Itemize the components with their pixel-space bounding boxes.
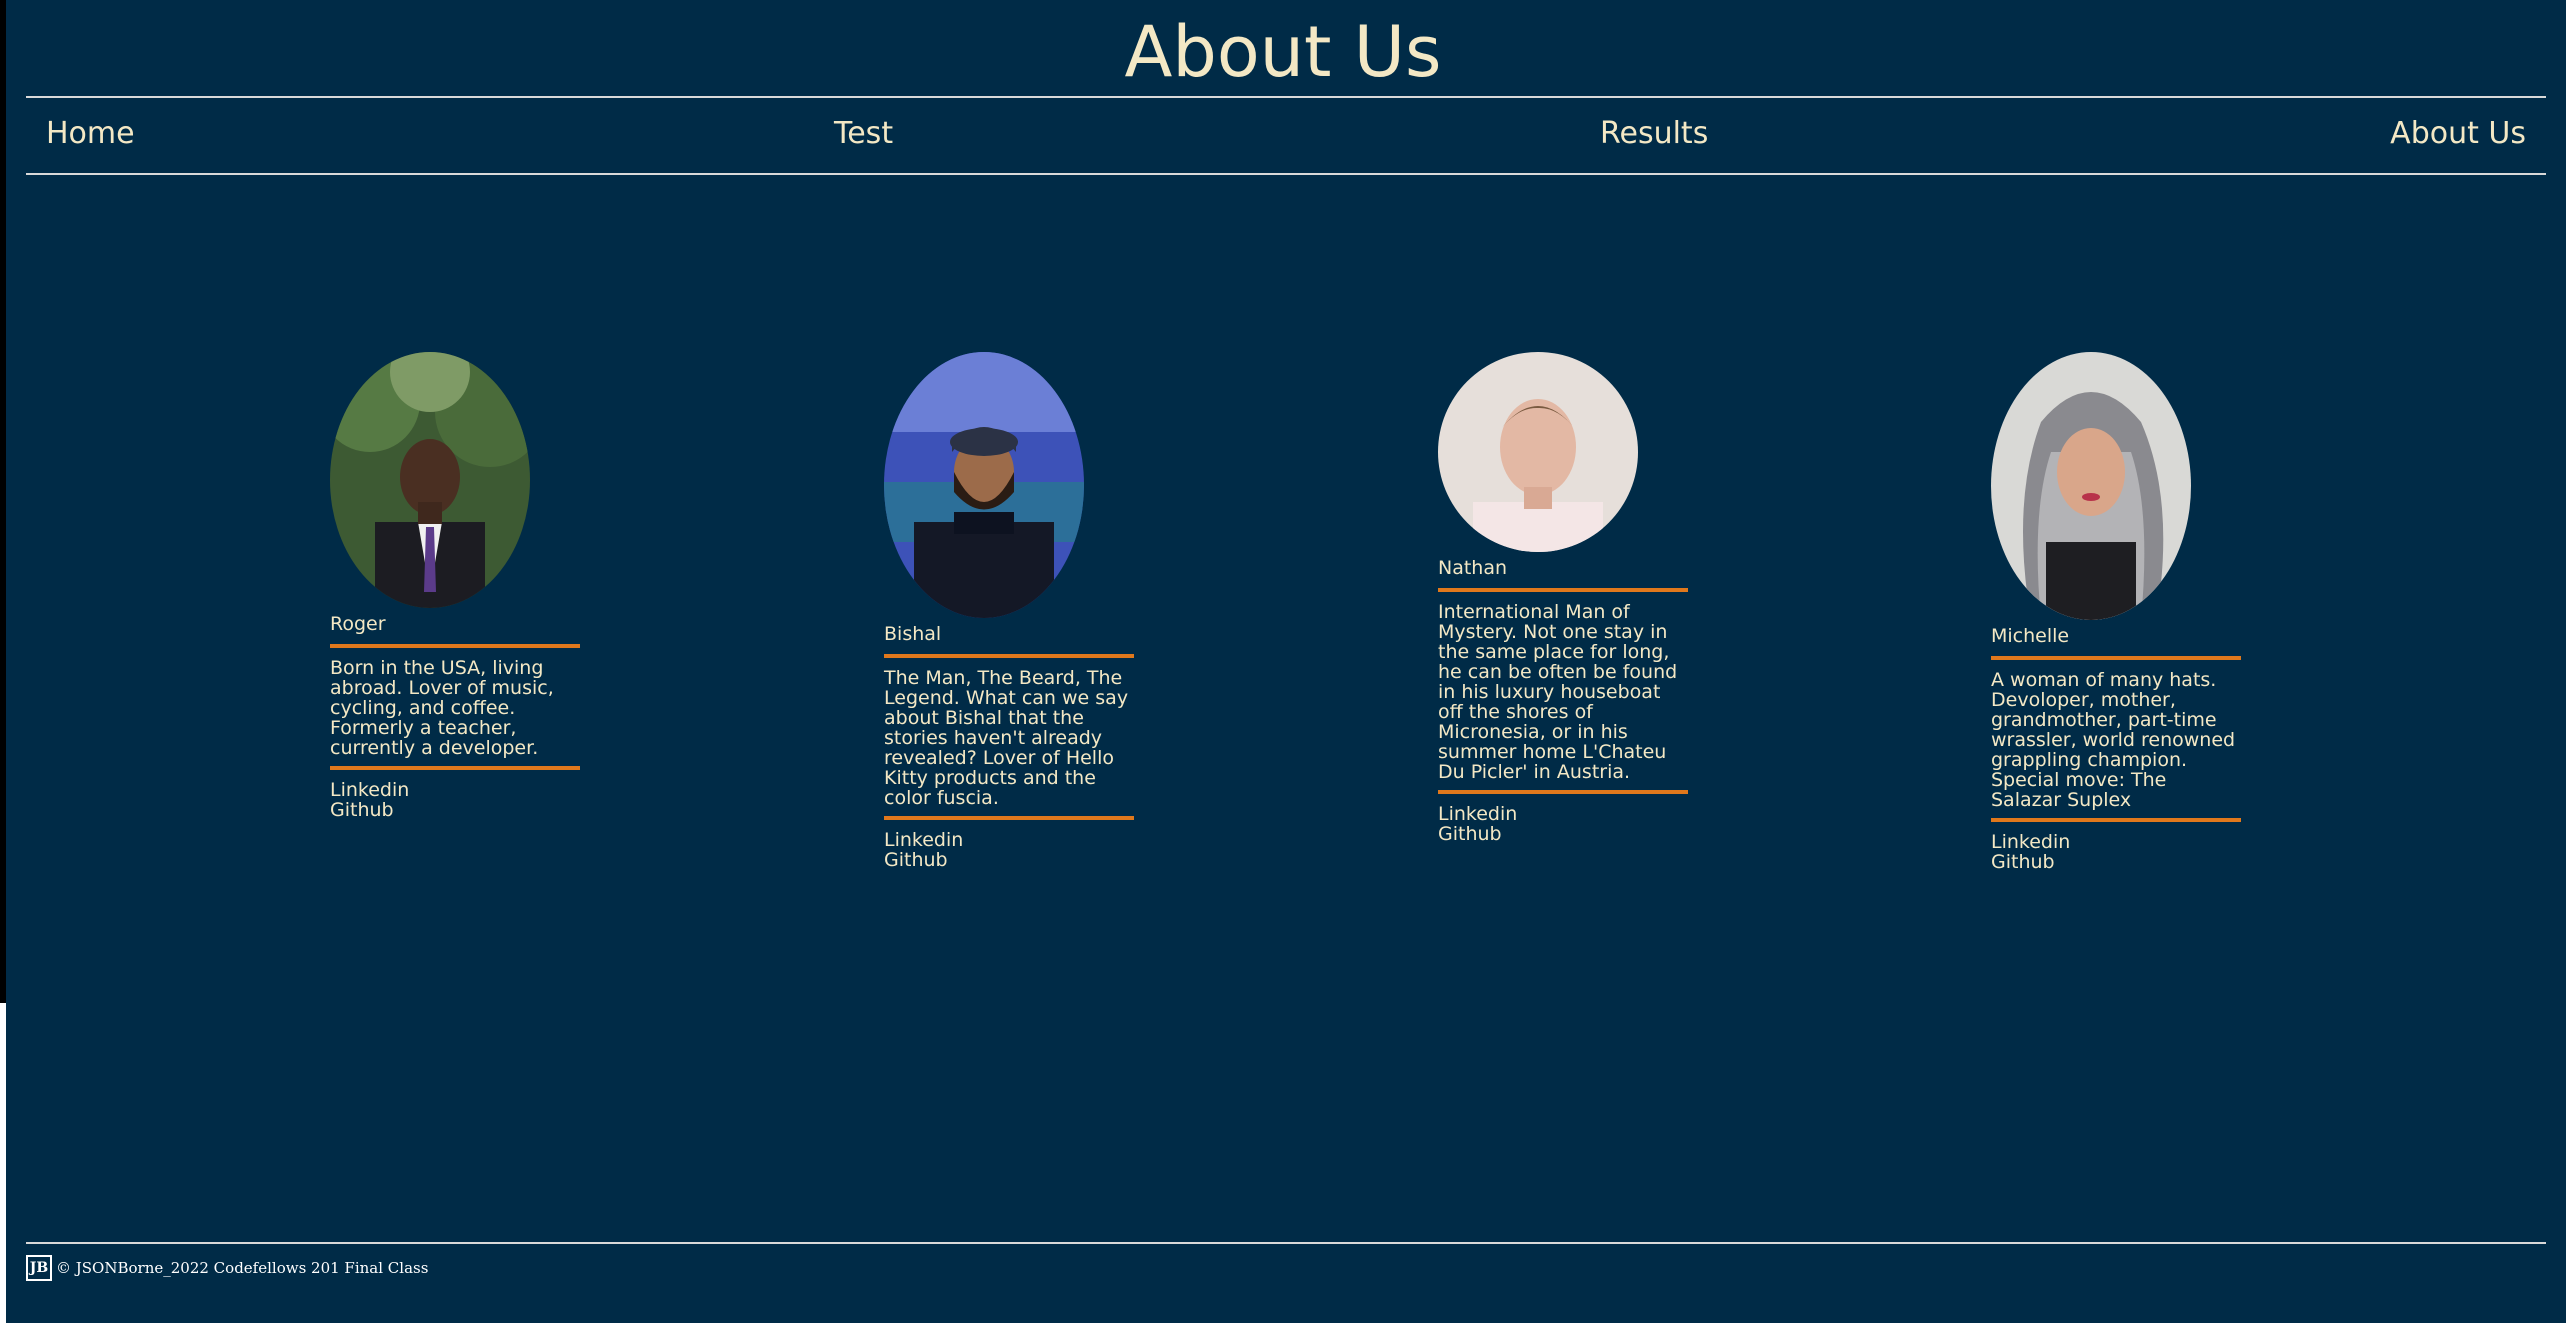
footer: JB © JSONBorne_2022 Codefellows 201 Fina… bbox=[26, 1253, 428, 1283]
github-link[interactable]: Github bbox=[884, 850, 1144, 870]
divider bbox=[1991, 656, 2241, 660]
team-card-nathan: Nathan International Man of Mystery. Not… bbox=[1438, 352, 1698, 844]
avatar bbox=[1438, 352, 1638, 552]
linkedin-link[interactable]: Linkedin bbox=[330, 780, 590, 800]
nav-test-link[interactable]: Test bbox=[834, 116, 893, 152]
github-link[interactable]: Github bbox=[330, 800, 590, 820]
divider bbox=[1991, 818, 2241, 822]
main-nav: Home Test Results About Us bbox=[26, 98, 2546, 172]
nav-results-link[interactable]: Results bbox=[1600, 116, 1708, 152]
github-link[interactable]: Github bbox=[1438, 824, 1698, 844]
linkedin-link[interactable]: Linkedin bbox=[1438, 804, 1698, 824]
nav-about-link[interactable]: About Us bbox=[2390, 116, 2526, 152]
member-links: Linkedin Github bbox=[330, 780, 590, 820]
team-card-roger: Roger Born in the USA, living abroad. Lo… bbox=[330, 352, 590, 820]
member-links: Linkedin Github bbox=[1991, 832, 2251, 872]
divider bbox=[884, 816, 1134, 820]
footer-divider bbox=[26, 1242, 2546, 1244]
divider bbox=[330, 644, 580, 648]
github-link[interactable]: Github bbox=[1991, 852, 2251, 872]
divider bbox=[330, 766, 580, 770]
member-links: Linkedin Github bbox=[1438, 804, 1698, 844]
divider bbox=[1438, 588, 1688, 592]
linkedin-link[interactable]: Linkedin bbox=[884, 830, 1144, 850]
header-divider-bottom bbox=[26, 173, 2546, 175]
member-name: Bishal bbox=[884, 623, 942, 645]
member-bio: The Man, The Beard, The Legend. What can… bbox=[884, 667, 1129, 809]
team-card-bishal: Bishal The Man, The Beard, The Legend. W… bbox=[884, 352, 1144, 870]
member-bio: Born in the USA, living abroad. Lover of… bbox=[330, 657, 554, 759]
linkedin-link[interactable]: Linkedin bbox=[1991, 832, 2251, 852]
member-links: Linkedin Github bbox=[884, 830, 1144, 870]
divider bbox=[1438, 790, 1688, 794]
member-bio: International Man of Mystery. Not one st… bbox=[1438, 601, 1678, 783]
member-bio: A woman of many hats. Devoloper, mother,… bbox=[1991, 669, 2236, 811]
left-edge-strip bbox=[0, 0, 6, 1003]
footer-copyright: © JSONBorne_2022 Codefellows 201 Final C… bbox=[56, 1259, 429, 1277]
avatar bbox=[330, 352, 530, 608]
member-name: Roger bbox=[330, 613, 386, 635]
page-title: About Us bbox=[1124, 11, 1442, 93]
member-name: Michelle bbox=[1991, 625, 2070, 647]
left-edge-strip-lower bbox=[0, 1003, 6, 1323]
avatar bbox=[1991, 352, 2191, 620]
logo-icon: JB bbox=[26, 1255, 52, 1281]
nav-home-link[interactable]: Home bbox=[46, 116, 135, 152]
avatar bbox=[884, 352, 1084, 618]
divider bbox=[884, 654, 1134, 658]
team-card-michelle: Michelle A woman of many hats. Devoloper… bbox=[1991, 352, 2251, 872]
member-name: Nathan bbox=[1438, 557, 1508, 579]
